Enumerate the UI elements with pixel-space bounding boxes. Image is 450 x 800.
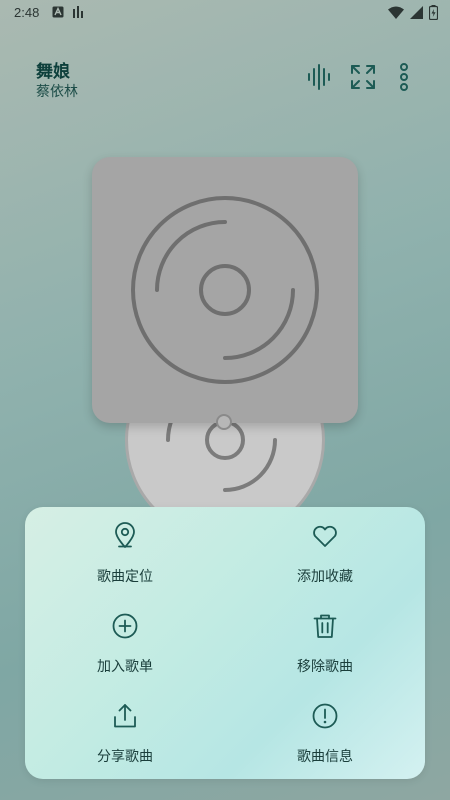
wifi-icon (388, 6, 404, 19)
status-right-icons (388, 5, 438, 20)
song-info-button[interactable]: 歌曲信息 (225, 687, 425, 777)
plus-circle-icon (112, 613, 138, 639)
disc-placeholder-icon (131, 196, 319, 384)
share-song-label: 分享歌曲 (97, 749, 153, 765)
location-pin-icon (115, 522, 135, 548)
locate-song-button[interactable]: 歌曲定位 (25, 507, 225, 597)
info-icon (312, 703, 338, 729)
song-artist: 蔡依林 (36, 84, 78, 100)
add-favorite-button[interactable]: 添加收藏 (225, 507, 425, 597)
status-bar: 2:48 (0, 0, 450, 26)
share-song-button[interactable]: 分享歌曲 (25, 687, 225, 777)
cell-signal-icon (410, 6, 423, 19)
fullscreen-button[interactable] (346, 60, 380, 94)
remove-song-label: 移除歌曲 (297, 659, 353, 675)
heart-icon (313, 525, 337, 547)
disc-spindle (216, 414, 232, 430)
song-title: 舞娘 (36, 62, 70, 82)
waveform-icon (308, 64, 330, 90)
share-icon (114, 704, 136, 728)
equalizer-status-icon (73, 6, 83, 18)
audio-effects-button[interactable] (301, 60, 335, 94)
more-vertical-icon (400, 63, 408, 91)
status-time: 2:48 (14, 5, 40, 20)
add-to-playlist-label: 加入歌单 (97, 659, 153, 675)
notification-app-icon (52, 6, 64, 18)
song-action-sheet: 歌曲定位 添加收藏 加入歌单 移除歌曲 分享歌曲 歌曲信息 (25, 507, 425, 779)
status-left-icons (52, 6, 84, 18)
locate-song-label: 歌曲定位 (97, 569, 153, 585)
more-options-button[interactable] (387, 60, 421, 94)
battery-icon (429, 5, 438, 20)
song-info-label: 歌曲信息 (297, 749, 353, 765)
add-to-playlist-button[interactable]: 加入歌单 (25, 597, 225, 687)
remove-song-button[interactable]: 移除歌曲 (225, 597, 425, 687)
album-cover[interactable] (92, 157, 358, 423)
add-favorite-label: 添加收藏 (297, 569, 353, 585)
trash-icon (313, 614, 337, 638)
expand-icon (351, 65, 375, 89)
